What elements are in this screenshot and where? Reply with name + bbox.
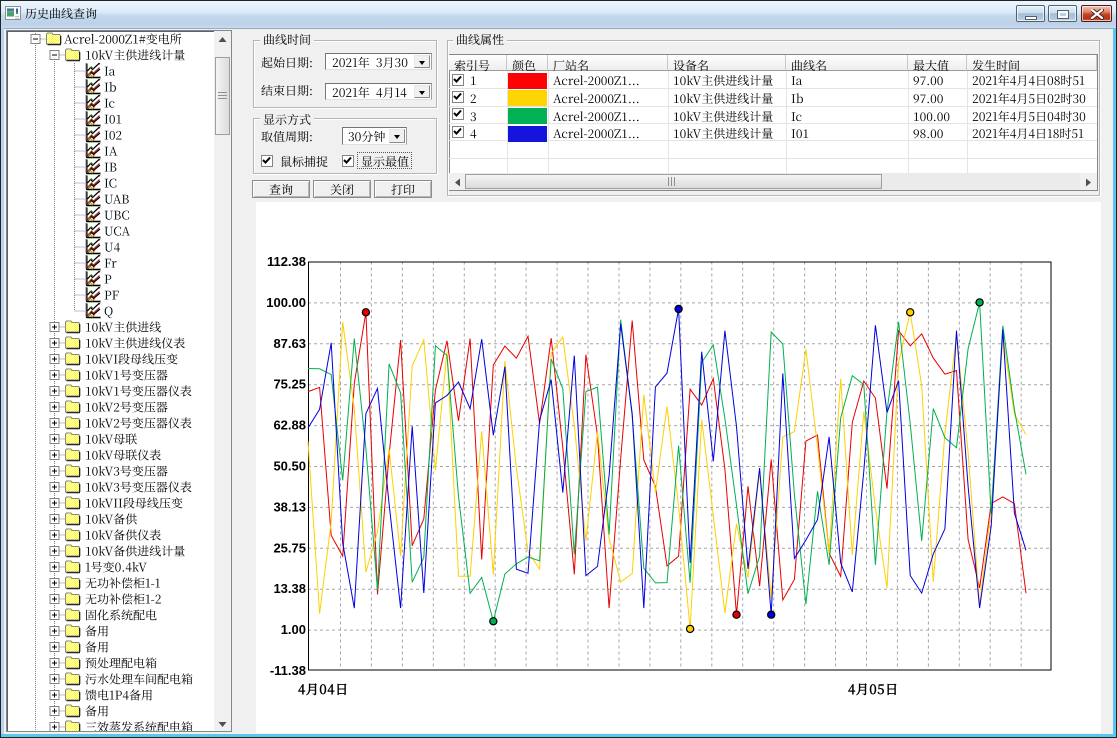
svg-text:13.38: 13.38 <box>273 581 306 596</box>
svg-text:25.75: 25.75 <box>273 540 306 555</box>
svg-text:62.88: 62.88 <box>273 418 306 433</box>
svg-text:75.25: 75.25 <box>273 377 306 392</box>
svg-text:50.50: 50.50 <box>273 459 306 474</box>
svg-text:100.00: 100.00 <box>266 295 306 310</box>
svg-text:4月04日: 4月04日 <box>298 679 349 698</box>
svg-text:-11.38: -11.38 <box>270 663 306 678</box>
svg-text:4月05日: 4月05日 <box>848 679 899 698</box>
svg-text:112.38: 112.38 <box>267 254 306 269</box>
svg-text:38.13: 38.13 <box>273 499 306 514</box>
svg-text:1.00: 1.00 <box>281 622 306 637</box>
svg-text:87.63: 87.63 <box>273 336 306 351</box>
